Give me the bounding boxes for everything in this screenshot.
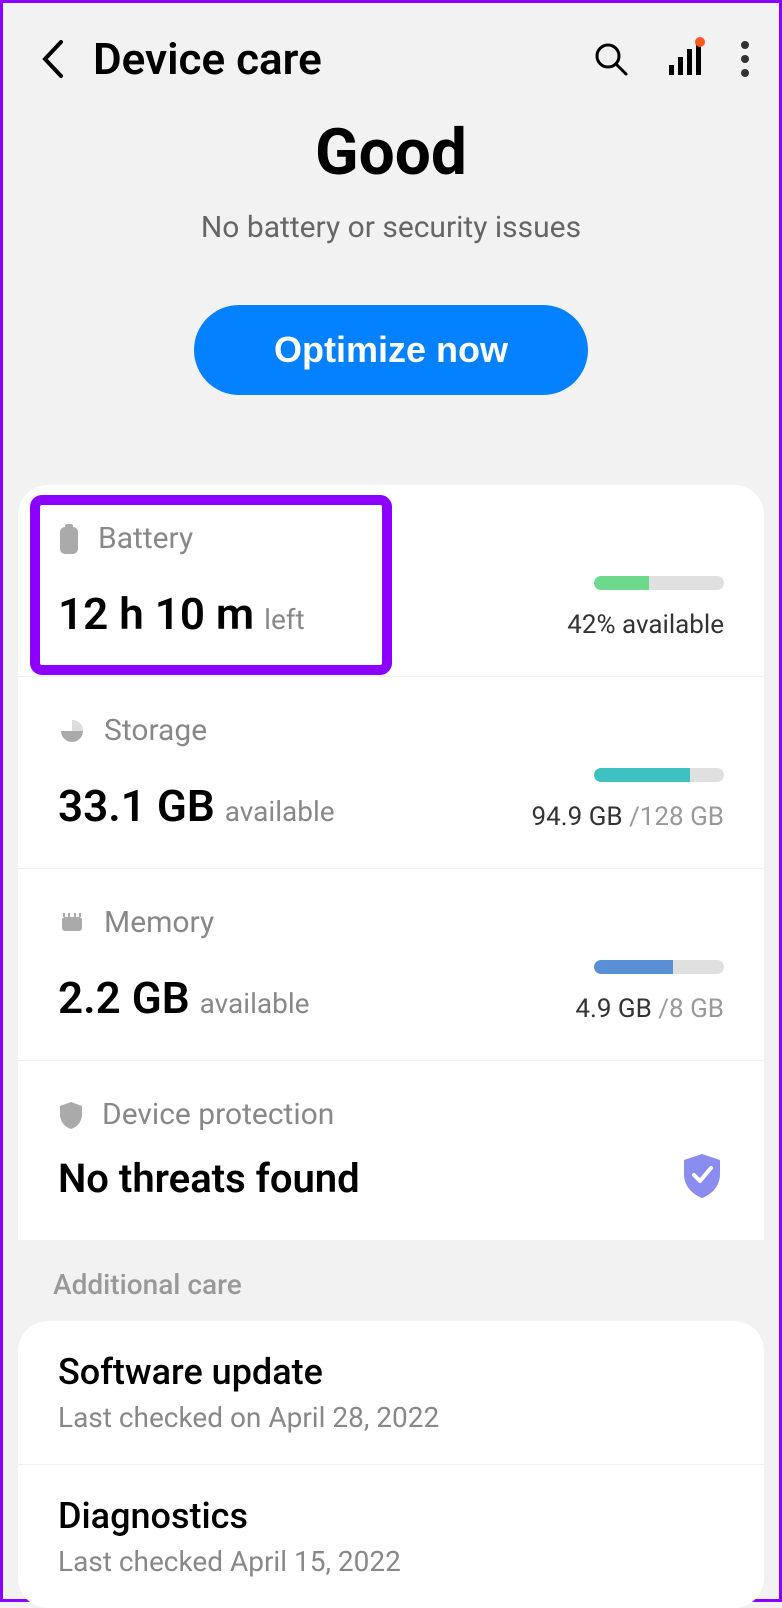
storage-unit: available: [225, 795, 335, 828]
more-button[interactable]: [741, 41, 749, 77]
memory-value: 2.2 GB: [58, 972, 190, 1024]
more-vertical-icon: [741, 41, 749, 77]
storage-value: 33.1 GB: [58, 780, 215, 832]
device-cards: Battery 12 h 10 m left 42% available Sto…: [18, 485, 764, 1240]
protection-label: Device protection: [102, 1097, 334, 1132]
storage-label: Storage: [104, 713, 207, 748]
diagnostics-title: Diagnostics: [58, 1495, 724, 1537]
status-block: Good No battery or security issues Optim…: [3, 105, 779, 435]
search-button[interactable]: [593, 41, 629, 77]
optimize-button[interactable]: Optimize now: [194, 305, 588, 395]
battery-label: Battery: [98, 521, 193, 556]
battery-card[interactable]: Battery 12 h 10 m left 42% available: [18, 485, 764, 677]
memory-card[interactable]: Memory 2.2 GB available 4.9 GB /8 GB: [18, 869, 764, 1061]
diagnostics-item[interactable]: Diagnostics Last checked April 15, 2022: [18, 1465, 764, 1608]
storage-icon: [58, 717, 86, 745]
additional-care-list: Software update Last checked on April 28…: [18, 1321, 764, 1608]
header: Device care: [3, 3, 779, 105]
signal-bars-icon: [669, 43, 701, 75]
battery-icon: [58, 524, 80, 554]
software-update-item[interactable]: Software update Last checked on April 28…: [18, 1321, 764, 1465]
memory-icon: [58, 909, 86, 937]
header-actions: [593, 41, 749, 77]
software-update-title: Software update: [58, 1351, 724, 1393]
software-update-sub: Last checked on April 28, 2022: [58, 1401, 724, 1434]
diagnostics-sub: Last checked April 15, 2022: [58, 1545, 724, 1578]
shield-check-icon: [680, 1152, 724, 1204]
memory-unit: available: [200, 987, 310, 1020]
battery-percent: 42% available: [567, 610, 724, 640]
page-title: Device care: [93, 33, 593, 85]
storage-card[interactable]: Storage 33.1 GB available 94.9 GB /128 G…: [18, 677, 764, 869]
shield-icon: [58, 1100, 84, 1130]
memory-label: Memory: [104, 905, 214, 940]
protection-card[interactable]: Device protection No threats found: [18, 1061, 764, 1240]
memory-bar: [594, 960, 724, 974]
battery-bar: [594, 576, 724, 590]
additional-care-header: Additional care: [3, 1240, 779, 1321]
status-subtitle: No battery or security issues: [33, 210, 749, 245]
search-icon: [593, 41, 629, 77]
chevron-left-icon: [41, 40, 65, 78]
storage-bar: [594, 768, 724, 782]
storage-usage: 94.9 GB /128 GB: [532, 802, 724, 832]
signal-button[interactable]: [669, 43, 701, 75]
status-title: Good: [33, 115, 749, 190]
protection-status: No threats found: [58, 1155, 360, 1202]
battery-unit: left: [264, 603, 305, 636]
battery-value: 12 h 10 m: [58, 588, 254, 640]
back-button[interactable]: [33, 40, 73, 78]
memory-usage: 4.9 GB /8 GB: [575, 994, 724, 1024]
